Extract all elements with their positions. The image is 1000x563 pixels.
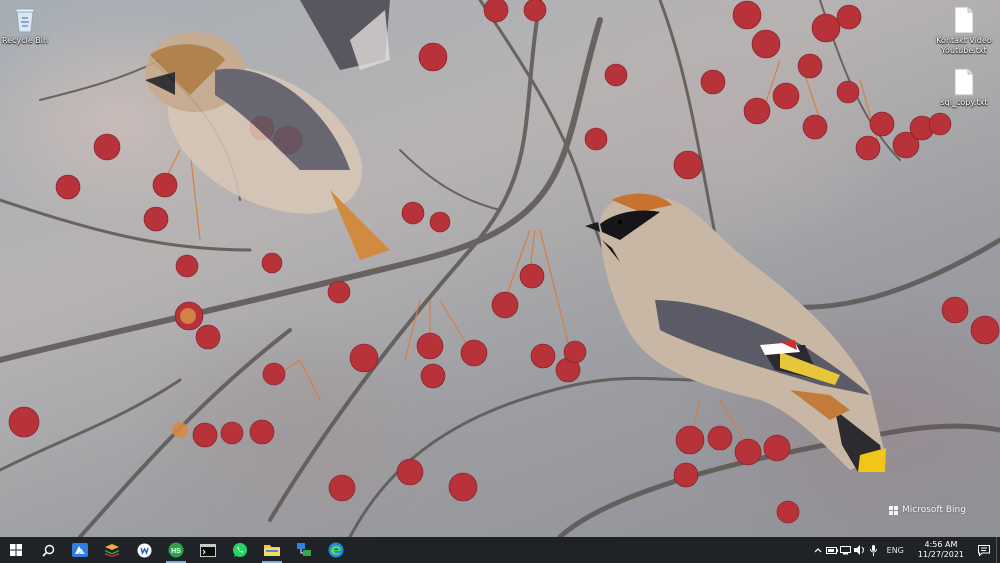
taskbar-app-azure[interactable]	[64, 537, 96, 563]
wallpaper-illustration	[0, 0, 1000, 537]
battery-icon	[825, 546, 838, 554]
taskbar-app-network[interactable]	[288, 537, 320, 563]
taskbar-app-wordpad[interactable]	[128, 537, 160, 563]
hs-icon-text: HS	[171, 548, 181, 555]
taskbar-app-hs[interactable]: HS	[160, 537, 192, 563]
microphone-button[interactable]	[867, 537, 881, 563]
desktop-icon-recycle-bin[interactable]: Recycle Bin	[0, 6, 61, 46]
bing-watermark: Microsoft Bing	[889, 505, 966, 515]
input-language-indicator[interactable]: ENG	[881, 546, 910, 555]
desktop-icon-kontakt-video[interactable]: Kontakt Video Youtube.txt	[928, 6, 1000, 56]
desktop-icon-label: Recycle Bin	[1, 36, 49, 45]
stack-icon	[105, 544, 119, 557]
taskbar-app-file-explorer[interactable]	[256, 537, 288, 563]
show-desktop-button[interactable]	[996, 537, 1000, 563]
action-center-button[interactable]	[972, 537, 996, 563]
network-tool-icon	[297, 543, 311, 556]
wordpad-icon	[137, 543, 151, 557]
chevron-up-icon	[814, 548, 822, 553]
taskbar-clock[interactable]: 4:56 AM 11/27/2021	[910, 540, 972, 560]
text-file-icon	[954, 6, 974, 34]
whatsapp-icon	[233, 543, 247, 557]
clock-time: 4:56 AM	[924, 540, 958, 549]
search-button[interactable]	[32, 537, 64, 563]
network-button[interactable]	[839, 537, 853, 563]
folder-icon	[264, 545, 280, 556]
desktop-icon-label: sql_copy.txt	[940, 98, 988, 107]
windows-logo-icon	[10, 544, 22, 556]
network-icon	[840, 545, 852, 554]
edge-icon	[328, 542, 344, 558]
show-hidden-icons-button[interactable]	[811, 537, 825, 563]
terminal-icon	[200, 543, 216, 557]
microphone-icon	[870, 544, 878, 556]
text-file-icon	[954, 68, 974, 96]
azure-icon	[72, 543, 88, 557]
desktop-icon-label: Kontakt Video Youtube.txt	[936, 36, 992, 55]
volume-button[interactable]	[853, 537, 867, 563]
start-button[interactable]	[0, 537, 32, 563]
microsoft-logo-icon	[889, 505, 898, 515]
hs-icon: HS	[168, 542, 184, 558]
taskbar: HS ENG 4:56 AM 11/27/2021	[0, 537, 1000, 563]
notification-icon	[978, 544, 990, 556]
volume-icon	[854, 545, 865, 555]
recycle-bin-icon	[15, 8, 35, 33]
desktop-wallpaper	[0, 0, 1000, 537]
taskbar-app-whatsapp[interactable]	[224, 537, 256, 563]
battery-button[interactable]	[825, 537, 839, 563]
taskbar-app-stack[interactable]	[96, 537, 128, 563]
taskbar-app-edge[interactable]	[320, 537, 352, 563]
desktop-icon-sql-copy[interactable]: sql_copy.txt	[928, 68, 1000, 108]
search-icon	[41, 544, 54, 557]
system-tray: ENG 4:56 AM 11/27/2021	[811, 537, 1000, 563]
clock-date: 11/27/2021	[917, 550, 964, 559]
taskbar-app-terminal[interactable]	[192, 537, 224, 563]
watermark-text: Microsoft Bing	[902, 505, 966, 515]
